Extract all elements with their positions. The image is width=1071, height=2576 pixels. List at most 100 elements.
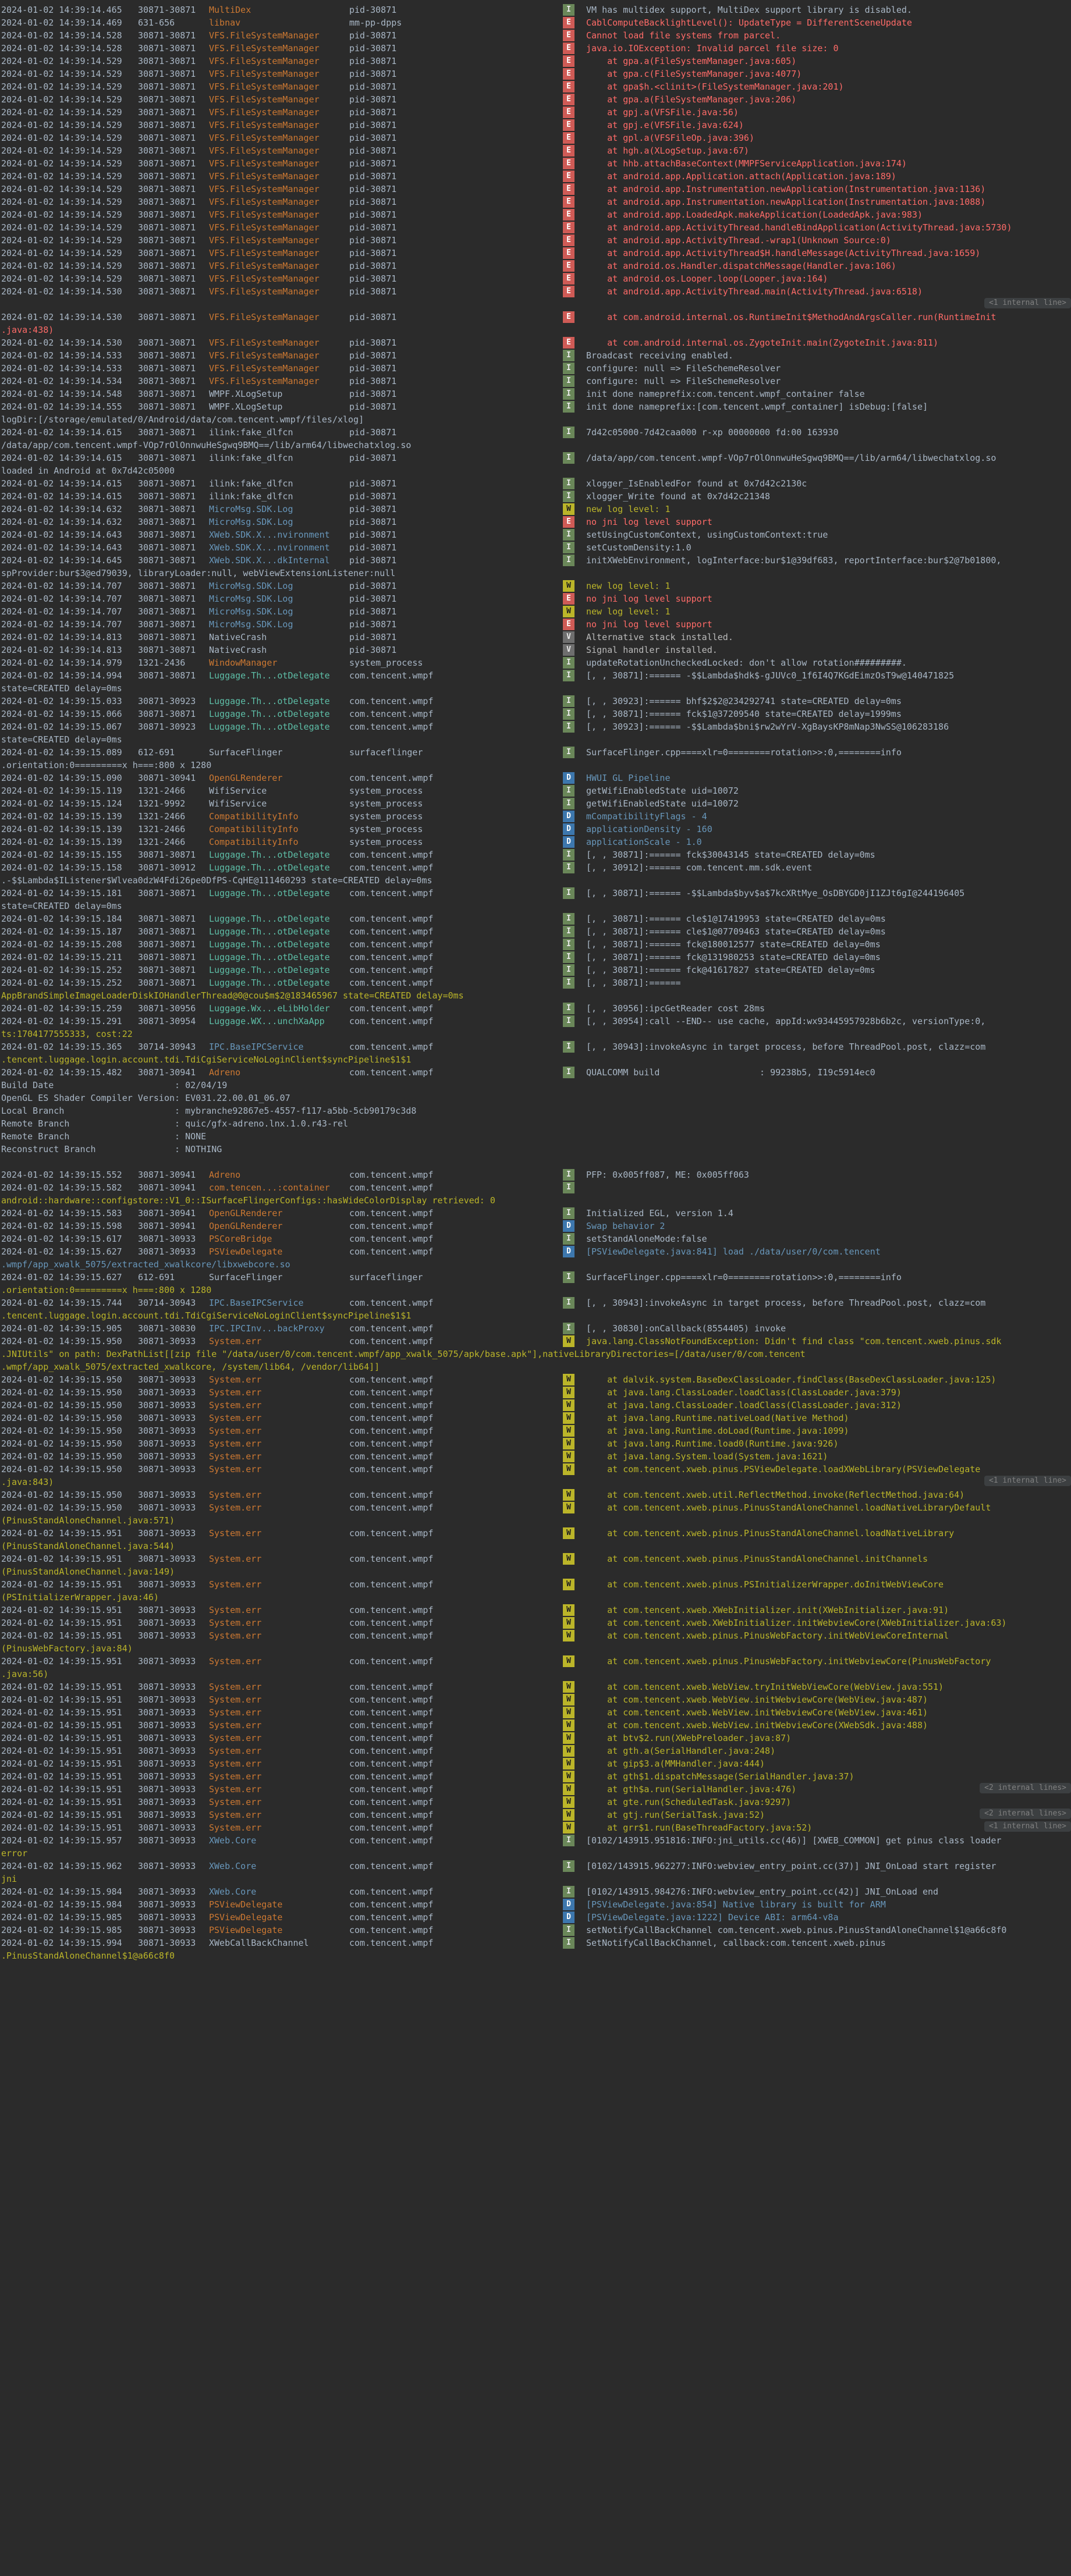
log-continuation-line[interactable]: state=CREATED delay=0ms <box>0 733 1071 746</box>
log-row[interactable]: 2024-01-02 14:39:15.951 30871-30933 System… <box>0 1783 1071 1796</box>
log-row[interactable]: 2024-01-02 14:39:15.994 30871-30933 XWebCa… <box>0 1937 1071 1949</box>
log-row[interactable]: 2024-01-02 14:39:14.813 30871-30871 Native… <box>0 644 1071 656</box>
log-row[interactable]: 2024-01-02 14:39:14.707 30871-30871 MicroM… <box>0 592 1071 605</box>
log-row[interactable]: 2024-01-02 14:39:15.957 30871-30933 XWeb.C… <box>0 1834 1071 1847</box>
log-row[interactable]: 2024-01-02 14:39:15.181 30871-30871 Luggag… <box>0 887 1071 900</box>
log-continuation-line[interactable]: .tencent.luggage.login.account.tdi.TdiCg… <box>0 1309 1071 1322</box>
log-row[interactable]: 2024-01-02 14:39:14.529 30871-30871 VFS.Fi… <box>0 183 1071 196</box>
log-continuation-line[interactable]: (PinusWebFactory.java:84) <box>0 1642 1071 1655</box>
log-row[interactable]: 2024-01-02 14:39:14.632 30871-30871 MicroM… <box>0 516 1071 528</box>
log-row[interactable]: 2024-01-02 14:39:14.707 30871-30871 MicroM… <box>0 580 1071 592</box>
log-row[interactable]: 2024-01-02 14:39:15.951 30871-30933 System… <box>0 1552 1071 1565</box>
log-row[interactable]: 2024-01-02 14:39:15.985 30871-30933 PSView… <box>0 1924 1071 1937</box>
log-row[interactable]: 2024-01-02 14:39:15.139 1321-2466 Compatib… <box>0 836 1071 848</box>
log-row[interactable]: 2024-01-02 14:39:15.252 30871-30871 Luggag… <box>0 964 1071 976</box>
log-continuation-line[interactable]: .wmpf/app_xwalk_5075/extracted_xwalkcore… <box>0 1258 1071 1271</box>
log-row[interactable]: 2024-01-02 14:39:14.615 30871-30871 ilink:… <box>0 490 1071 503</box>
log-row[interactable]: 2024-01-02 14:39:15.583 30871-30941 OpenGL… <box>0 1207 1071 1220</box>
log-row[interactable]: 2024-01-02 14:39:14.465 30871-30871 MultiD… <box>0 3 1071 16</box>
log-continuation-line[interactable]: Build Date : 02/04/19 <box>0 1079 1071 1092</box>
log-row[interactable]: 2024-01-02 14:39:14.645 30871-30871 XWeb.S… <box>0 554 1071 567</box>
log-row[interactable]: 2024-01-02 14:39:15.951 30871-30933 System… <box>0 1719 1071 1732</box>
log-row[interactable]: 2024-01-02 14:39:14.707 30871-30871 MicroM… <box>0 618 1071 631</box>
log-row[interactable]: 2024-01-02 14:39:15.090 30871-30941 OpenGL… <box>0 772 1071 784</box>
log-row[interactable]: 2024-01-02 14:39:14.994 30871-30871 Luggag… <box>0 669 1071 682</box>
log-row[interactable]: 2024-01-02 14:39:15.951 30871-30933 System… <box>0 1578 1071 1591</box>
log-row[interactable]: 2024-01-02 14:39:14.555 30871-30871 WMPF.X… <box>0 400 1071 413</box>
log-continuation-line[interactable]: loaded in Android at 0x7d42c05000 <box>0 464 1071 477</box>
log-row[interactable]: 2024-01-02 14:39:14.529 30871-30871 VFS.Fi… <box>0 55 1071 67</box>
log-row[interactable]: 2024-01-02 14:39:15.951 30871-30933 System… <box>0 1706 1071 1719</box>
log-continuation-line[interactable]: .JNIUtils" on path: DexPathList[[zip fil… <box>0 1348 1071 1360</box>
log-row[interactable]: 2024-01-02 14:39:15.951 30871-30933 System… <box>0 1757 1071 1770</box>
log-row[interactable]: 2024-01-02 14:39:14.529 30871-30871 VFS.Fi… <box>0 272 1071 285</box>
log-row[interactable]: 2024-01-02 14:39:14.529 30871-30871 VFS.Fi… <box>0 208 1071 221</box>
log-row[interactable]: 2024-01-02 14:39:14.530 30871-30871 VFS.Fi… <box>0 336 1071 349</box>
log-row[interactable]: 2024-01-02 14:39:14.707 30871-30871 MicroM… <box>0 605 1071 618</box>
log-continuation-line[interactable]: .PinusStandAloneChannel$1@a66c8f0 <box>0 1949 1071 1962</box>
log-continuation-line[interactable]: (PSInitializerWrapper.java:46) <box>0 1591 1071 1604</box>
log-row[interactable]: 2024-01-02 14:39:15.119 1321-2466 WifiServ… <box>0 784 1071 797</box>
log-row[interactable]: 2024-01-02 14:39:15.033 30871-30923 Luggag… <box>0 695 1071 708</box>
log-row[interactable]: 2024-01-02 14:39:15.951 30871-30933 System… <box>0 1770 1071 1783</box>
log-continuation-line[interactable]: logDir:[/storage/emulated/0/Android/data… <box>0 413 1071 426</box>
log-continuation-line[interactable]: .java:438) <box>0 324 1071 336</box>
log-row[interactable]: 2024-01-02 14:39:14.529 30871-30871 VFS.Fi… <box>0 144 1071 157</box>
log-continuation-line[interactable]: <1 internal line> <box>0 298 1071 311</box>
log-row[interactable]: 2024-01-02 14:39:15.951 30871-30933 System… <box>0 1604 1071 1616</box>
log-row[interactable]: 2024-01-02 14:39:15.208 30871-30871 Luggag… <box>0 938 1071 951</box>
log-row[interactable]: 2024-01-02 14:39:15.627 612-691 SurfaceFli… <box>0 1271 1071 1284</box>
log-row[interactable]: 2024-01-02 14:39:14.529 30871-30871 VFS.Fi… <box>0 132 1071 144</box>
log-row[interactable]: 2024-01-02 14:39:14.643 30871-30871 XWeb.S… <box>0 528 1071 541</box>
log-row[interactable]: 2024-01-02 14:39:15.158 30871-30912 Luggag… <box>0 861 1071 874</box>
log-continuation-line[interactable]: state=CREATED delay=0ms <box>0 900 1071 912</box>
collapsed-lines-chip[interactable]: <2 internal lines> <box>980 1783 1071 1793</box>
log-row[interactable]: 2024-01-02 14:39:15.951 30871-30933 System… <box>0 1808 1071 1821</box>
log-continuation-line[interactable]: .orientation:0=========x h===:800 x 1280 <box>0 1284 1071 1296</box>
log-row[interactable]: 2024-01-02 14:39:15.951 30871-30933 System… <box>0 1655 1071 1668</box>
log-row[interactable]: 2024-01-02 14:39:14.643 30871-30871 XWeb.S… <box>0 541 1071 554</box>
log-row[interactable]: 2024-01-02 14:39:15.984 30871-30933 XWeb.C… <box>0 1885 1071 1898</box>
log-row[interactable]: 2024-01-02 14:39:15.089 612-691 SurfaceFli… <box>0 746 1071 759</box>
log-row[interactable]: 2024-01-02 14:39:15.951 30871-30933 System… <box>0 1796 1071 1808</box>
log-row[interactable]: 2024-01-02 14:39:14.615 30871-30871 ilink:… <box>0 477 1071 490</box>
log-row[interactable]: 2024-01-02 14:39:14.615 30871-30871 ilink:… <box>0 452 1071 464</box>
log-row[interactable]: 2024-01-02 14:39:15.552 30871-30941 Adreno… <box>0 1168 1071 1181</box>
log-row[interactable]: 2024-01-02 14:39:15.187 30871-30871 Luggag… <box>0 925 1071 938</box>
log-row[interactable]: 2024-01-02 14:39:15.950 30871-30933 System… <box>0 1437 1071 1450</box>
log-row[interactable]: 2024-01-02 14:39:14.529 30871-30871 VFS.Fi… <box>0 93 1071 106</box>
log-row[interactable]: 2024-01-02 14:39:15.950 30871-30933 System… <box>0 1373 1071 1386</box>
log-continuation-line[interactable]: (PinusStandAloneChannel.java:571) <box>0 1514 1071 1527</box>
collapsed-lines-chip[interactable]: <1 internal line> <box>984 1821 1071 1832</box>
log-row[interactable]: 2024-01-02 14:39:14.529 30871-30871 VFS.Fi… <box>0 80 1071 93</box>
log-row[interactable]: 2024-01-02 14:39:14.528 30871-30871 VFS.Fi… <box>0 42 1071 55</box>
log-spacer[interactable] <box>0 1156 1071 1168</box>
log-continuation-line[interactable]: .wmpf/app_xwalk_5075/extracted_xwalkcore… <box>0 1360 1071 1373</box>
log-row[interactable]: 2024-01-02 14:39:15.950 30871-30933 System… <box>0 1424 1071 1437</box>
log-row[interactable]: 2024-01-02 14:39:15.950 30871-30933 System… <box>0 1386 1071 1399</box>
log-row[interactable]: 2024-01-02 14:39:14.529 30871-30871 VFS.Fi… <box>0 67 1071 80</box>
log-continuation-line[interactable]: (PinusStandAloneChannel.java:544) <box>0 1540 1071 1552</box>
log-continuation-line[interactable]: .orientation:0=========x h===:800 x 1280 <box>0 759 1071 772</box>
log-row[interactable]: 2024-01-02 14:39:15.951 30871-30933 System… <box>0 1744 1071 1757</box>
log-continuation-line[interactable]: .java:843) <1 internal line> <box>0 1476 1071 1488</box>
log-continuation-line[interactable]: OpenGL ES Shader Compiler Version: EV031… <box>0 1092 1071 1104</box>
log-continuation-line[interactable]: .-$$Lambda$IListener$Wlvea0dzW4Fdi26pe0D… <box>0 874 1071 887</box>
log-row[interactable]: 2024-01-02 14:39:15.066 30871-30871 Luggag… <box>0 708 1071 720</box>
log-row[interactable]: 2024-01-02 14:39:14.615 30871-30871 ilink:… <box>0 426 1071 439</box>
log-row[interactable]: 2024-01-02 14:39:15.259 30871-30956 Luggag… <box>0 1002 1071 1015</box>
log-row[interactable]: 2024-01-02 14:39:15.124 1321-9992 WifiServ… <box>0 797 1071 810</box>
log-row[interactable]: 2024-01-02 14:39:15.617 30871-30933 PSCore… <box>0 1232 1071 1245</box>
log-row[interactable]: 2024-01-02 14:39:14.813 30871-30871 Native… <box>0 631 1071 644</box>
log-row[interactable]: 2024-01-02 14:39:15.950 30871-30933 System… <box>0 1488 1071 1501</box>
log-continuation-line[interactable]: Local Branch : mybranche92867e5-4557-f11… <box>0 1104 1071 1117</box>
log-row[interactable]: 2024-01-02 14:39:14.529 30871-30871 VFS.Fi… <box>0 260 1071 272</box>
log-row[interactable]: 2024-01-02 14:39:14.529 30871-30871 VFS.Fi… <box>0 106 1071 119</box>
log-continuation-line[interactable]: spProvider:bur$3@ed79039, libraryLoader:… <box>0 567 1071 580</box>
log-row[interactable]: 2024-01-02 14:39:15.211 30871-30871 Luggag… <box>0 951 1071 964</box>
collapsed-lines-chip[interactable]: <1 internal line> <box>984 298 1071 308</box>
log-continuation-line[interactable]: Reconstruct Branch : NOTHING <box>0 1143 1071 1156</box>
log-row[interactable]: 2024-01-02 14:39:15.950 30871-30933 System… <box>0 1335 1071 1348</box>
log-row[interactable]: 2024-01-02 14:39:15.905 30871-30830 IPC.IP… <box>0 1322 1071 1335</box>
log-row[interactable]: 2024-01-02 14:39:15.951 30871-30933 System… <box>0 1616 1071 1629</box>
